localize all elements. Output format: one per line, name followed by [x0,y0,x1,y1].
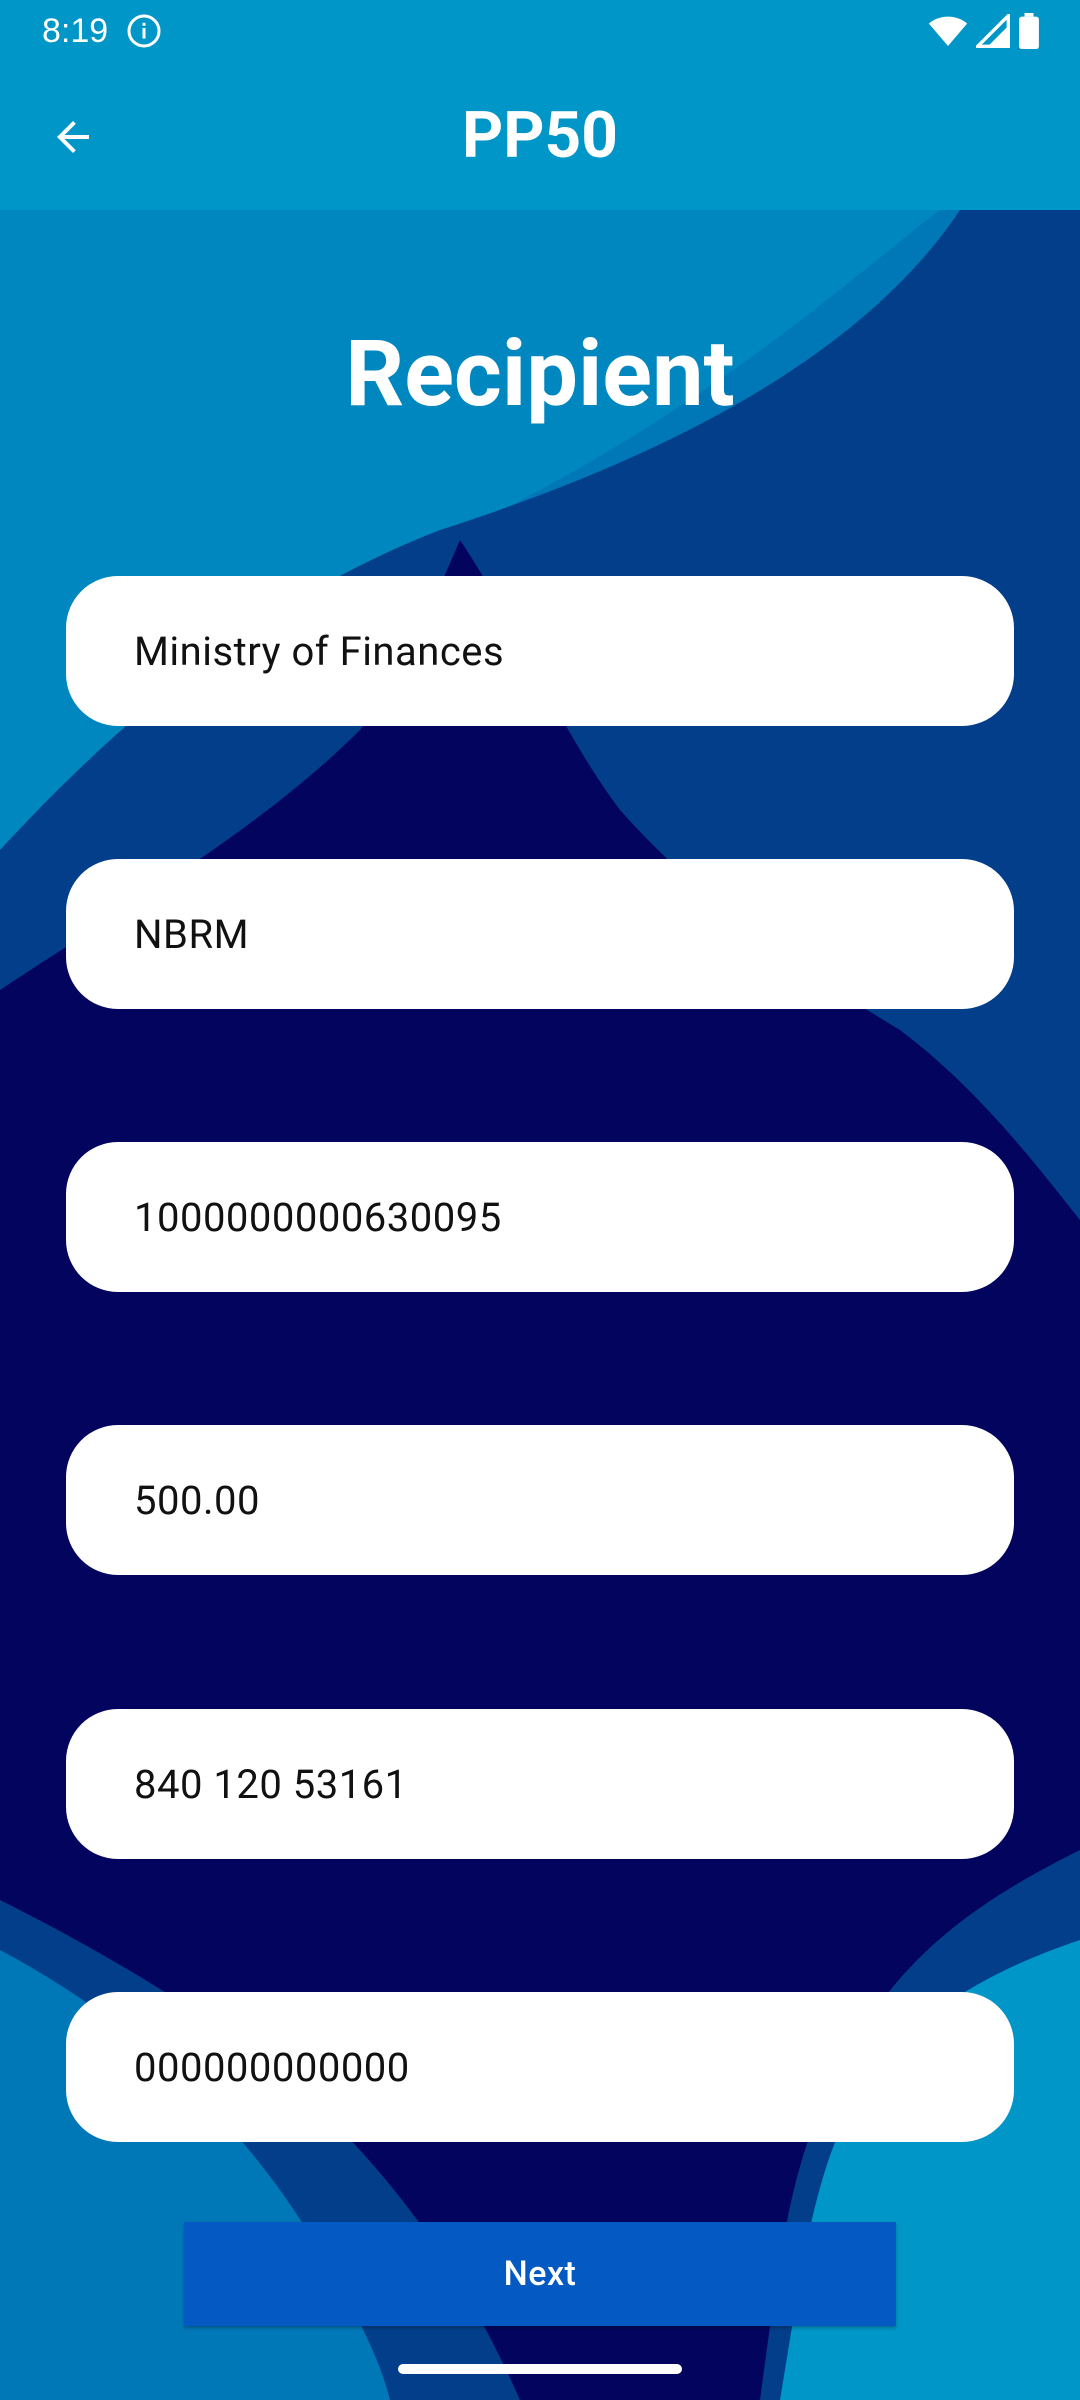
payment-reference-field[interactable]: 000000000000 [66,1992,1014,2142]
amount-field[interactable]: 500.00 [66,1425,1014,1575]
status-time: 8:19 [42,12,109,50]
wifi-icon [928,16,968,46]
page-heading: Recipient [345,321,735,428]
status-icons [928,12,1040,50]
home-indicator[interactable] [398,2364,682,2374]
status-bar: 8:19 [0,0,1080,62]
account-number-field[interactable]: 1000000000630095 [66,1142,1014,1292]
screen: 8:19 PP50 Recipient Ministry of Finances… [0,0,1080,2400]
reference-code-field[interactable]: 840 120 53161 [66,1709,1014,1859]
recipient-bank-field[interactable]: NBRM [66,859,1014,1009]
info-icon [127,14,161,48]
app-bar: PP50 [0,62,1080,210]
battery-icon [1019,13,1039,49]
next-button[interactable]: Next [184,2222,896,2326]
recipient-name-field[interactable]: Ministry of Finances [66,576,1014,726]
signal-icon [976,14,1010,48]
app-title: PP50 [462,98,618,173]
